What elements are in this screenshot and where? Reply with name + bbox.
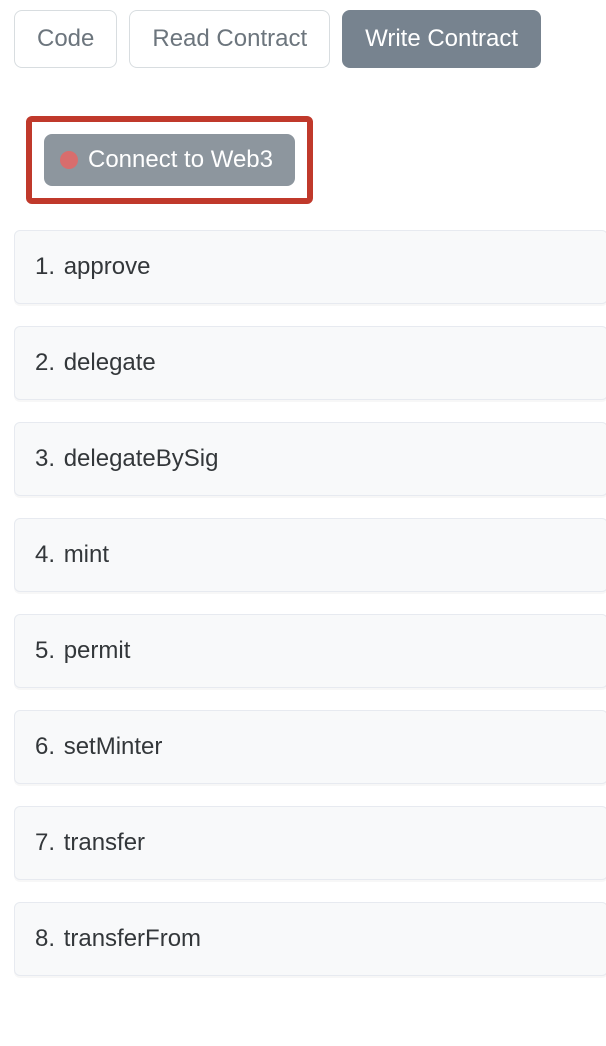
function-name: setMinter — [64, 733, 163, 760]
function-name: delegate — [64, 349, 156, 376]
function-index: 2. — [35, 349, 55, 376]
function-name: transfer — [64, 829, 145, 856]
function-item-transfer[interactable]: 7. transfer — [14, 806, 606, 880]
connect-highlight-box: Connect to Web3 — [26, 116, 313, 204]
tab-write-contract[interactable]: Write Contract — [342, 10, 541, 68]
contract-tabs: Code Read Contract Write Contract — [14, 10, 606, 68]
function-item-approve[interactable]: 1. approve — [14, 230, 606, 304]
function-item-permit[interactable]: 5. permit — [14, 614, 606, 688]
function-index: 8. — [35, 925, 55, 952]
function-name: delegateBySig — [64, 445, 219, 472]
function-item-setminter[interactable]: 6. setMinter — [14, 710, 606, 784]
function-name: mint — [64, 541, 109, 568]
function-index: 7. — [35, 829, 55, 856]
function-index: 4. — [35, 541, 55, 568]
function-name: approve — [64, 253, 151, 280]
function-item-delegate[interactable]: 2. delegate — [14, 326, 606, 400]
function-item-mint[interactable]: 4. mint — [14, 518, 606, 592]
connection-status-icon — [60, 151, 78, 169]
function-item-delegatebysig[interactable]: 3. delegateBySig — [14, 422, 606, 496]
function-index: 6. — [35, 733, 55, 760]
function-name: permit — [64, 637, 131, 664]
connect-to-web3-button[interactable]: Connect to Web3 — [44, 134, 295, 186]
tab-code[interactable]: Code — [14, 10, 117, 68]
connect-button-label: Connect to Web3 — [88, 146, 273, 174]
function-index: 1. — [35, 253, 55, 280]
function-index: 3. — [35, 445, 55, 472]
tab-read-contract[interactable]: Read Contract — [129, 10, 330, 68]
write-functions-list: 1. approve 2. delegate 3. delegateBySig … — [14, 230, 606, 976]
function-name: transferFrom — [64, 925, 201, 952]
function-item-transferfrom[interactable]: 8. transferFrom — [14, 902, 606, 976]
function-index: 5. — [35, 637, 55, 664]
